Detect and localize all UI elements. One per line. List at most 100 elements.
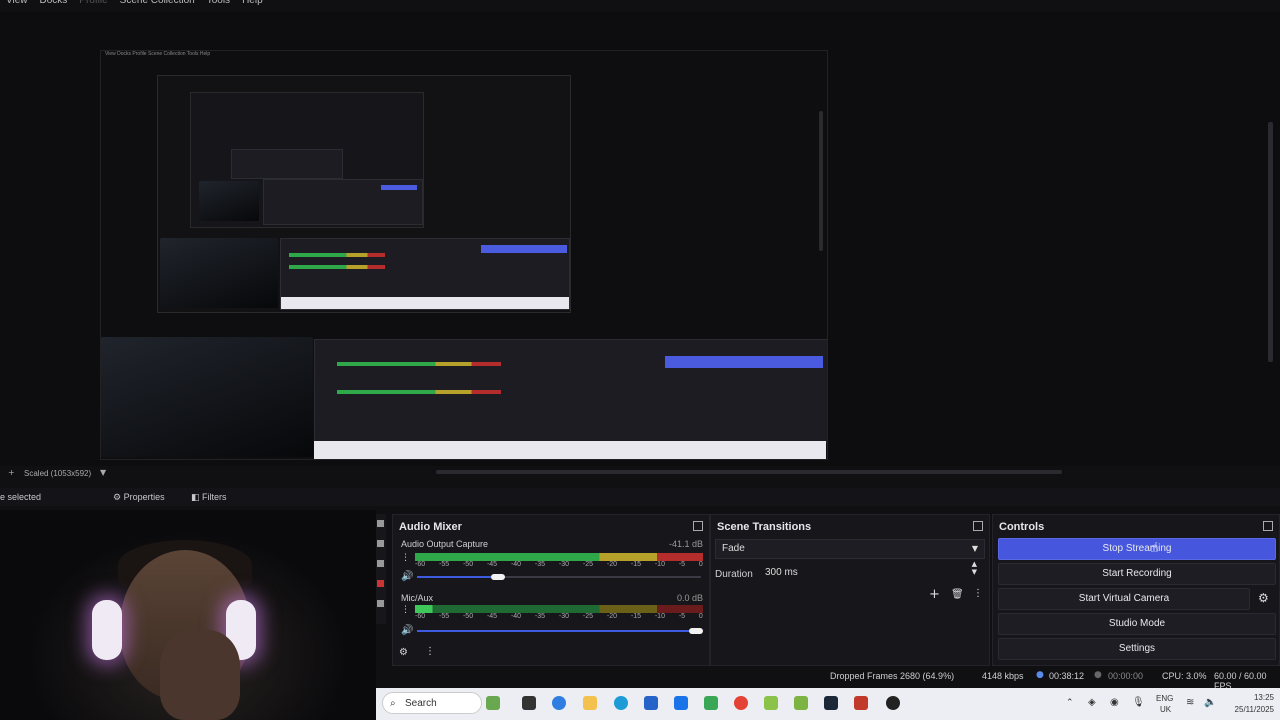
menu-profile[interactable]: Profile bbox=[73, 0, 113, 8]
transition-select[interactable]: Fade ▼ bbox=[715, 539, 985, 559]
tick: -50 bbox=[462, 613, 474, 620]
duration-label: Duration bbox=[715, 569, 753, 580]
canvas-meter-2 bbox=[337, 390, 501, 394]
copilot-icon[interactable] bbox=[552, 696, 566, 710]
app-icon-2[interactable] bbox=[854, 696, 868, 710]
nested-meter-1 bbox=[289, 253, 385, 257]
language[interactable]: ENG bbox=[1156, 694, 1173, 703]
undock-icon[interactable] bbox=[693, 521, 703, 531]
taskbar-search[interactable]: ⌕ Search bbox=[382, 692, 482, 714]
properties-button[interactable]: ⚙ Properties bbox=[113, 490, 165, 504]
scene-transitions-dock: Scene Transitions Fade ▼ Duration 300 ms… bbox=[710, 514, 990, 666]
obs-icon[interactable] bbox=[886, 696, 900, 710]
game-icon-2[interactable] bbox=[794, 696, 808, 710]
clock-date: 25/11/2025 bbox=[1234, 705, 1274, 714]
chevron-up-icon[interactable]: ⌃ bbox=[1066, 698, 1074, 708]
properties-label: Properties bbox=[123, 492, 165, 502]
tick: -10 bbox=[654, 561, 665, 568]
dropped-frames: Dropped Frames 2680 (64.9%) bbox=[830, 671, 955, 681]
menu-view[interactable]: View bbox=[0, 0, 34, 8]
store-icon[interactable] bbox=[644, 696, 658, 710]
more-vertical-icon[interactable]: ⋮ bbox=[973, 588, 983, 599]
settings-button[interactable]: Settings bbox=[998, 638, 1276, 660]
tick: -10 bbox=[654, 613, 665, 620]
gear-icon[interactable]: ⚙ bbox=[399, 647, 408, 658]
more-vertical-icon[interactable]: ⋮ bbox=[425, 646, 435, 657]
meter-ticks: -60 -55 -50 -45 -40 -35 -30 -25 -20 -15 -10 -5 0 bbox=[415, 561, 703, 568]
menu-tools[interactable]: Tools bbox=[201, 0, 236, 8]
scale-label[interactable]: Scaled (1053x592) bbox=[24, 469, 91, 478]
filter-icon: ◧ bbox=[191, 493, 200, 503]
media-icon[interactable] bbox=[704, 696, 718, 710]
channel-name: Mic/Aux bbox=[401, 593, 434, 603]
widgets-icon[interactable] bbox=[486, 696, 500, 710]
chevron-down-icon[interactable]: ▼ bbox=[100, 468, 106, 477]
edge-icon[interactable] bbox=[614, 696, 628, 710]
speaker-icon[interactable]: 🔊 bbox=[401, 625, 413, 636]
canvas-docks bbox=[314, 339, 827, 443]
task-view-icon[interactable] bbox=[522, 696, 536, 710]
studio-mode-button[interactable]: Studio Mode bbox=[998, 613, 1276, 635]
volume-icon[interactable]: 🔈 bbox=[1204, 697, 1216, 708]
lock-icon[interactable] bbox=[377, 520, 384, 527]
tick: 0 bbox=[698, 613, 703, 620]
menu-scene-collection[interactable]: Scene Collection bbox=[114, 0, 201, 8]
clock-time[interactable]: 13:25 bbox=[1234, 693, 1274, 702]
more-vertical-icon[interactable]: ⋮ bbox=[401, 605, 410, 615]
stop-streaming-button[interactable]: Stop Streaming bbox=[998, 538, 1276, 560]
tick: -25 bbox=[582, 561, 594, 568]
start-virtual-camera-button[interactable]: Start Virtual Camera bbox=[998, 588, 1250, 610]
webcam-overlay bbox=[0, 510, 376, 720]
game-icon[interactable] bbox=[764, 696, 778, 710]
nested-meter-2 bbox=[289, 265, 385, 269]
plus-icon[interactable]: + bbox=[929, 587, 940, 602]
duration-field[interactable]: 300 ms ▲ ▼ bbox=[759, 560, 983, 582]
tick: -35 bbox=[534, 561, 546, 568]
channel-level: -41.1 dB bbox=[668, 539, 703, 549]
wifi-icon[interactable]: ≋ bbox=[1186, 697, 1194, 708]
speaker-icon[interactable]: 🔊 bbox=[401, 571, 413, 582]
record-icon: ● bbox=[1094, 670, 1102, 680]
steam-icon[interactable] bbox=[824, 696, 838, 710]
lock-icon-4[interactable] bbox=[377, 580, 384, 587]
menu-help[interactable]: Help bbox=[236, 0, 269, 8]
preview-canvas[interactable]: View Docks Profile Scene Collection Tool… bbox=[100, 50, 828, 460]
volume-slider-knob[interactable] bbox=[491, 574, 505, 580]
trash-icon[interactable]: 🗑 bbox=[951, 589, 964, 600]
spin-arrows-icon[interactable]: ▲ ▼ bbox=[972, 560, 977, 576]
tray-icon-2[interactable]: ◉ bbox=[1110, 697, 1119, 708]
microphone-icon[interactable]: 🎙 bbox=[1132, 697, 1145, 708]
tick: -55 bbox=[438, 613, 450, 620]
cpu-usage: CPU: 3.0% bbox=[1162, 671, 1207, 681]
tick: -20 bbox=[606, 613, 617, 620]
tick: -45 bbox=[486, 613, 498, 620]
preview-scrollbar-vertical[interactable] bbox=[1268, 122, 1273, 362]
volume-meter bbox=[415, 553, 703, 561]
chrome-icon[interactable] bbox=[734, 696, 748, 710]
preview-area[interactable]: View Docks Profile Scene Collection Tool… bbox=[0, 12, 1280, 474]
file-explorer-icon[interactable] bbox=[583, 696, 597, 710]
volume-slider-fill bbox=[417, 576, 497, 578]
gear-icon[interactable]: ⚙ bbox=[1258, 591, 1269, 605]
lock-icon-2[interactable] bbox=[377, 540, 384, 547]
lock-icon-3[interactable] bbox=[377, 560, 384, 567]
lock-icon-5[interactable] bbox=[377, 600, 384, 607]
source-toolbar: e selected ⚙ Properties ◧ Filters bbox=[0, 488, 1280, 506]
controls-title: Controls bbox=[999, 521, 1045, 533]
volume-slider-track[interactable] bbox=[497, 576, 701, 578]
tray-icon[interactable]: ◈ bbox=[1088, 697, 1096, 708]
sources-dock-edge bbox=[376, 514, 386, 624]
app-icon[interactable] bbox=[674, 696, 688, 710]
region: UK bbox=[1160, 705, 1172, 714]
tick: -5 bbox=[678, 613, 686, 620]
plus-icon[interactable]: + bbox=[8, 468, 15, 477]
chevron-down-icon: ▼ bbox=[971, 544, 978, 553]
menu-docks[interactable]: Docks bbox=[34, 0, 74, 8]
volume-slider-knob[interactable] bbox=[689, 628, 703, 634]
filters-button[interactable]: ◧ Filters bbox=[191, 490, 227, 504]
more-vertical-icon[interactable]: ⋮ bbox=[401, 553, 410, 563]
undock-icon[interactable] bbox=[1263, 521, 1273, 531]
tick: -60 bbox=[415, 561, 426, 568]
start-recording-button[interactable]: Start Recording bbox=[998, 563, 1276, 585]
undock-icon[interactable] bbox=[973, 521, 983, 531]
